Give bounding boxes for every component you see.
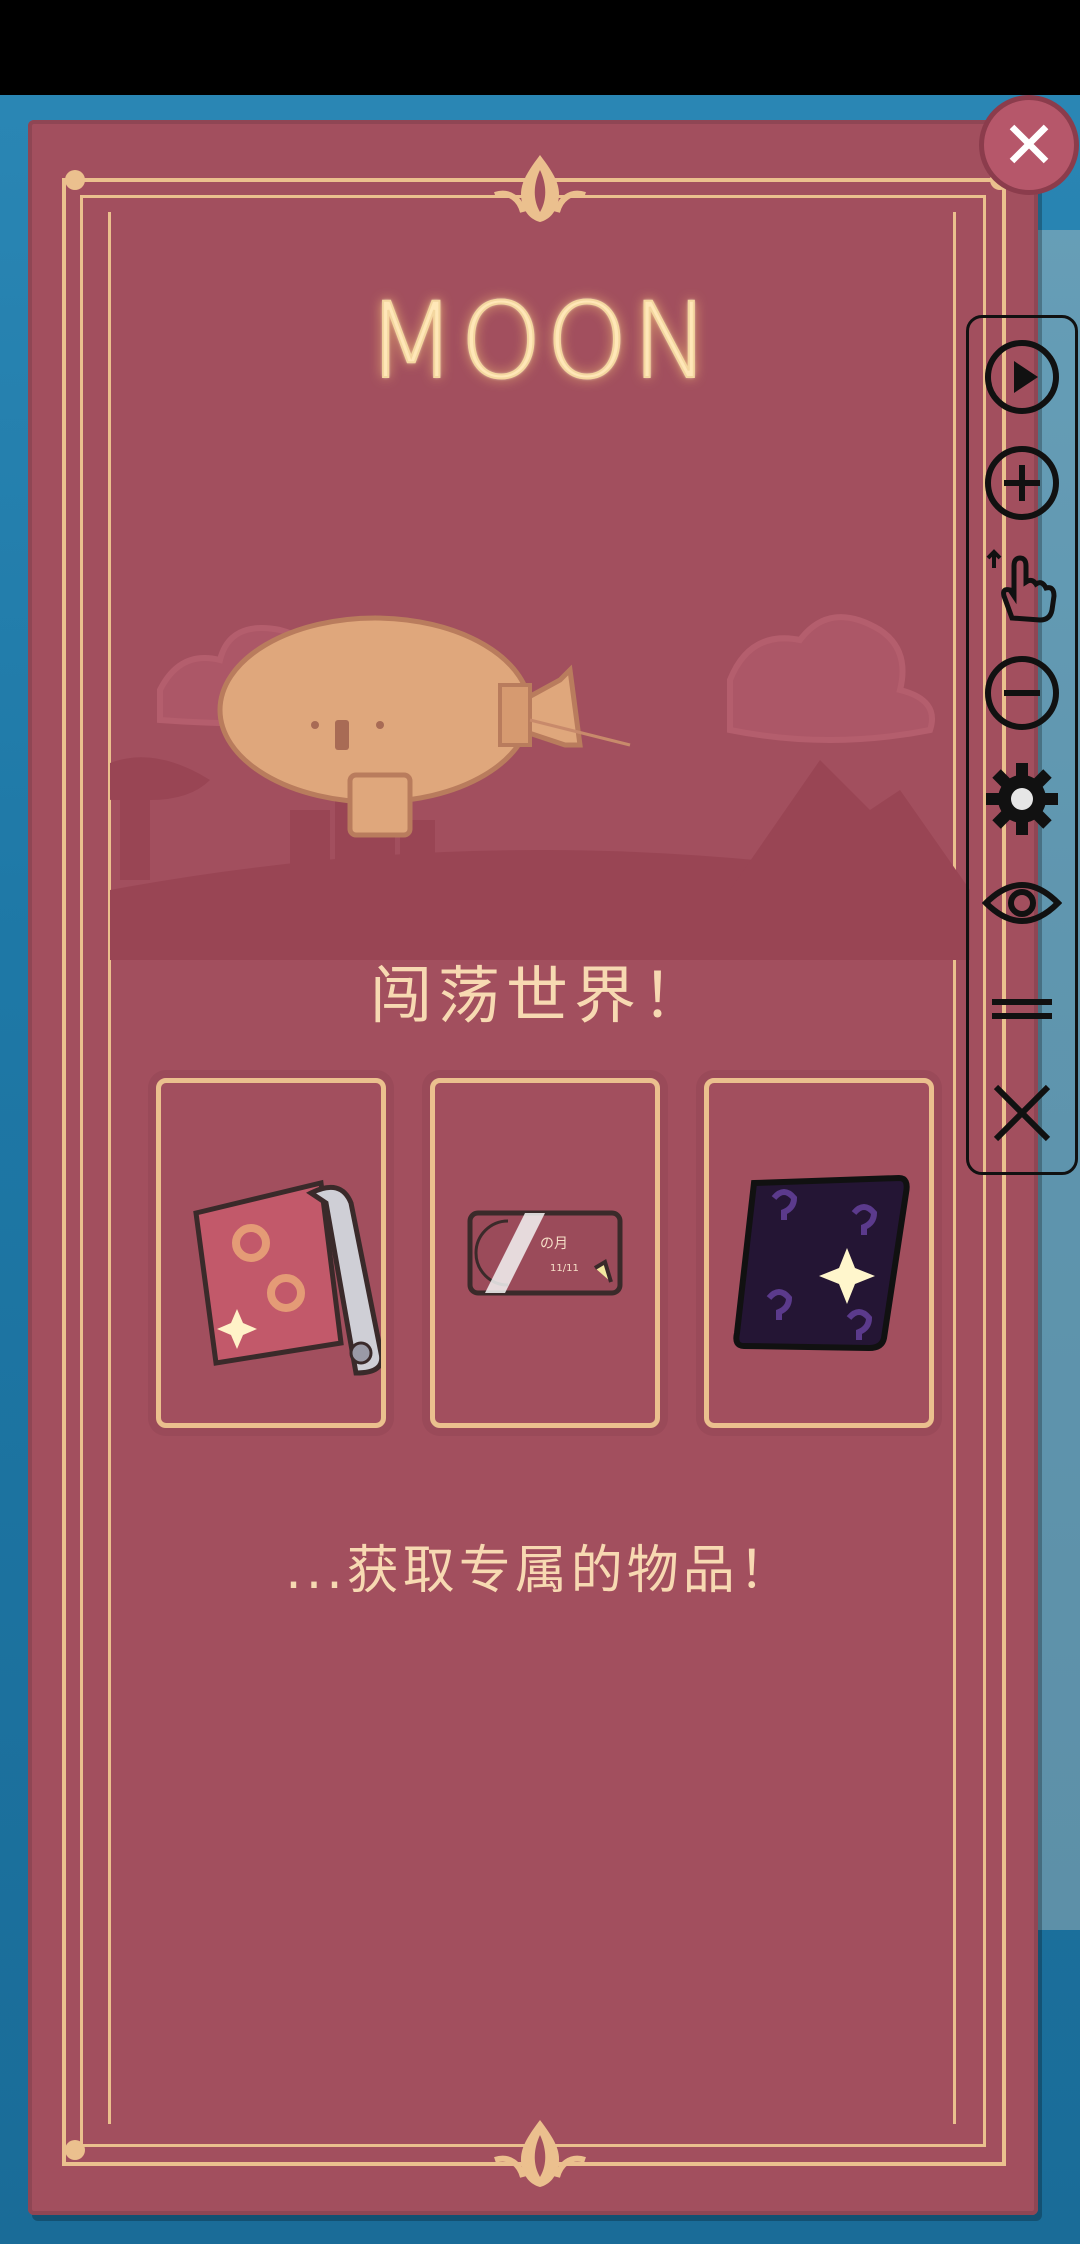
airship-scene — [70, 560, 970, 960]
moon-ticket-icon: の月 11/11 — [467, 1210, 623, 1296]
drag-handle-icon[interactable] — [969, 963, 1075, 1053]
card-footer-text: ...获取专属的物品！ — [285, 1541, 795, 1601]
svg-text:11/11: 11/11 — [550, 1263, 579, 1274]
svg-text:の月: の月 — [540, 1236, 568, 1252]
eye-icon[interactable] — [969, 858, 1075, 948]
bottom-ornament-icon — [485, 2115, 595, 2195]
card-heading: 闯荡世界！ — [369, 959, 710, 1032]
item-card-mystery[interactable] — [704, 1078, 934, 1428]
status-bar — [0, 0, 1080, 95]
item-card-wallpaper[interactable] — [156, 1078, 386, 1428]
gear-icon[interactable] — [969, 754, 1075, 844]
item-card-ticket[interactable]: の月 11/11 — [430, 1078, 660, 1428]
zoom-in-icon[interactable] — [969, 438, 1075, 528]
reward-items: の月 11/11 — [150, 1078, 934, 1428]
wallpaper-roll-icon — [193, 1179, 385, 1376]
card-title: MOON — [365, 279, 714, 403]
close-icon[interactable] — [969, 1068, 1075, 1158]
mystery-book-icon — [733, 1174, 910, 1352]
corner-ornament-icon — [55, 2125, 105, 2175]
play-icon[interactable] — [969, 332, 1075, 422]
tap-hand-icon[interactable] — [969, 543, 1075, 633]
close-button[interactable]: ✕ — [979, 95, 1079, 195]
close-button-label: ✕ — [1001, 106, 1057, 184]
corner-ornament-icon — [55, 160, 105, 210]
top-ornament-icon — [485, 150, 595, 230]
zoom-out-icon[interactable] — [969, 648, 1075, 738]
floating-toolbar — [966, 315, 1078, 1175]
